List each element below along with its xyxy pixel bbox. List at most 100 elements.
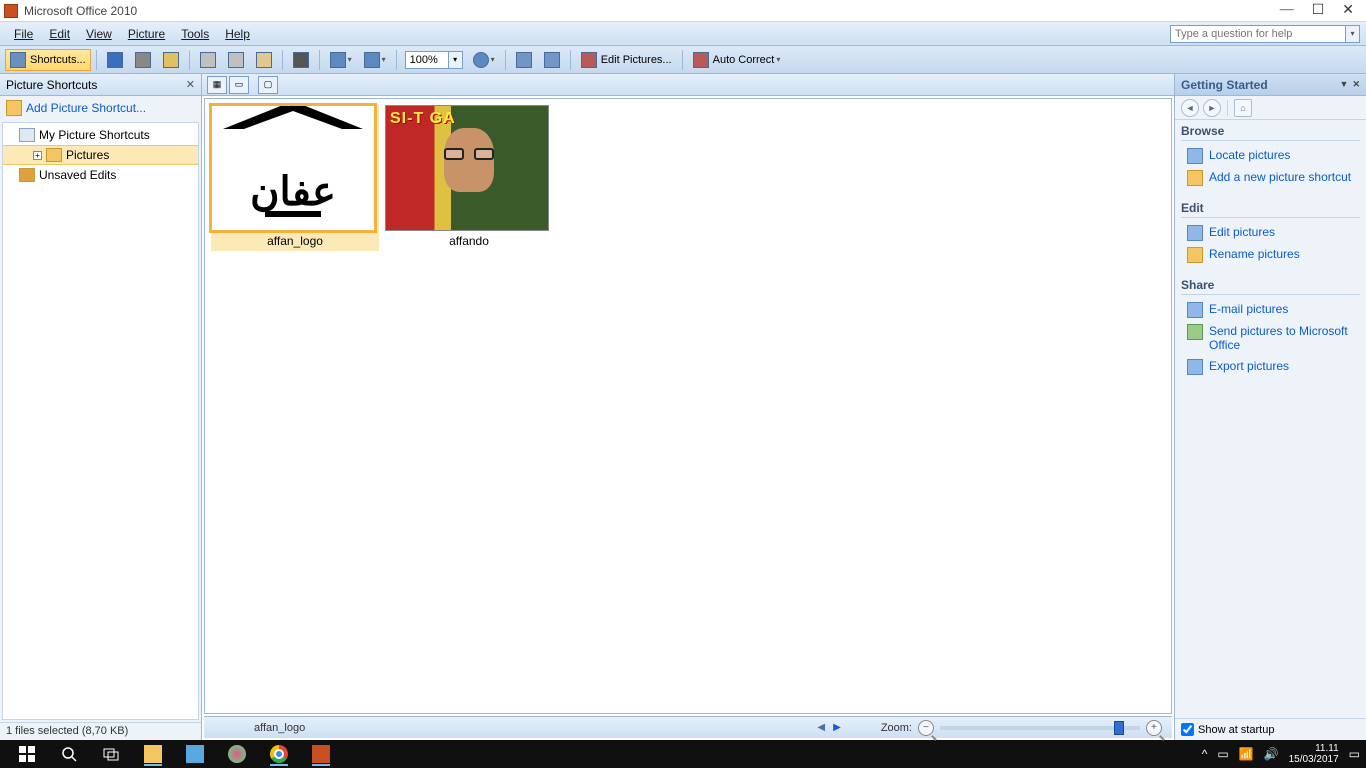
- taskpane-footer: Show at startup: [1175, 718, 1366, 740]
- rotate-left-button[interactable]: [511, 49, 537, 71]
- menu-view[interactable]: View: [78, 25, 120, 43]
- tray-chevron-icon[interactable]: ^: [1202, 747, 1208, 761]
- zoom-out-button[interactable]: −: [918, 720, 934, 736]
- edit-pictures-link[interactable]: Edit pictures: [1181, 222, 1360, 244]
- thumbnail-affan-logo[interactable]: عفان affan_logo: [211, 105, 379, 251]
- tree-label: Unsaved Edits: [39, 168, 116, 182]
- getting-started-pane: Getting Started ▼ ✕ ◄ ► ⌂ Browse Locate …: [1174, 74, 1366, 740]
- sidebar-close-button[interactable]: ✕: [186, 78, 195, 91]
- zoom-slider-handle[interactable]: [1114, 721, 1124, 735]
- menu-edit[interactable]: Edit: [41, 25, 78, 43]
- shortcut-icon: [19, 128, 35, 142]
- menu-file[interactable]: File: [6, 25, 41, 43]
- window-controls: — ☐ ✕: [1280, 2, 1362, 19]
- show-at-startup-label: Show at startup: [1198, 724, 1274, 736]
- thumbnail-view-button[interactable]: ▦: [207, 76, 227, 94]
- expand-icon[interactable]: +: [33, 151, 42, 160]
- tree-root[interactable]: My Picture Shortcuts: [3, 125, 198, 145]
- email-pictures-link[interactable]: E-mail pictures: [1181, 299, 1360, 321]
- undo-button[interactable]: [325, 49, 357, 71]
- help-search: ▾: [1170, 25, 1360, 43]
- zoom-slider[interactable]: [940, 726, 1140, 730]
- zoom-label: Zoom:: [881, 722, 912, 734]
- maximize-button[interactable]: ☐: [1312, 2, 1325, 19]
- view-toolbar: ▦ ▭ ▢: [202, 74, 1174, 96]
- start-button[interactable]: [10, 742, 44, 766]
- rename-pictures-link[interactable]: Rename pictures: [1181, 244, 1360, 266]
- thumbnail-image: SI-T GA: [385, 105, 549, 231]
- taskbar-chrome-button[interactable]: [262, 742, 296, 766]
- tray-battery-icon[interactable]: ▭: [1217, 747, 1228, 761]
- next-button[interactable]: ▶: [833, 722, 841, 733]
- office-icon: [1187, 324, 1203, 340]
- add-shortcut-link[interactable]: Add Picture Shortcut...: [26, 101, 146, 115]
- save-button[interactable]: [102, 49, 128, 71]
- auto-correct-button[interactable]: Auto Correct: [688, 49, 786, 71]
- home-button[interactable]: ⌂: [1234, 99, 1252, 117]
- mail-button[interactable]: [158, 49, 184, 71]
- taskbar-picture-manager-button[interactable]: [304, 742, 338, 766]
- shortcuts-button[interactable]: Shortcuts...: [5, 49, 91, 71]
- menu-tools[interactable]: Tools: [173, 25, 217, 43]
- help-search-dropdown[interactable]: ▾: [1346, 25, 1360, 43]
- single-view-button[interactable]: ▢: [258, 76, 278, 94]
- add-shortcut-link[interactable]: Add a new picture shortcut: [1181, 167, 1360, 189]
- thumbnail-image: عفان: [211, 105, 375, 231]
- task-view-button[interactable]: [94, 742, 128, 766]
- locate-pictures-link[interactable]: Locate pictures: [1181, 145, 1360, 167]
- show-at-startup-checkbox[interactable]: [1181, 723, 1194, 736]
- delete-button[interactable]: [288, 49, 314, 71]
- system-tray: ^ ▭ 📶 🔊 11.11 15/03/2017 ▭: [1202, 743, 1360, 765]
- edit-pictures-button[interactable]: Edit Pictures...: [576, 49, 677, 71]
- filmstrip-view-button[interactable]: ▭: [229, 76, 249, 94]
- print-button[interactable]: [130, 49, 156, 71]
- mail-icon: [1187, 302, 1203, 318]
- taskbar-paint-button[interactable]: [220, 742, 254, 766]
- taskbar-notepad-button[interactable]: [178, 742, 212, 766]
- add-shortcut-row[interactable]: Add Picture Shortcut...: [0, 96, 201, 120]
- taskbar-explorer-button[interactable]: [136, 742, 170, 766]
- copy-button[interactable]: [223, 49, 249, 71]
- tree-pictures[interactable]: + Pictures: [3, 145, 198, 165]
- rotate-right-button[interactable]: [539, 49, 565, 71]
- prev-button[interactable]: ◀: [817, 722, 825, 733]
- help-search-input[interactable]: [1170, 25, 1346, 43]
- tray-wifi-icon[interactable]: 📶: [1239, 747, 1254, 761]
- menu-help[interactable]: Help: [217, 25, 258, 43]
- menu-picture[interactable]: Picture: [120, 25, 173, 43]
- export-pictures-link[interactable]: Export pictures: [1181, 356, 1360, 378]
- app-icon: [4, 4, 18, 18]
- taskpane-close-button[interactable]: ✕: [1352, 79, 1360, 90]
- thumbnail-affando[interactable]: SI-T GA affando: [385, 105, 553, 251]
- tray-clock[interactable]: 11.11 15/03/2017: [1289, 743, 1339, 765]
- zoom-in-button[interactable]: +: [1146, 720, 1162, 736]
- close-button[interactable]: ✕: [1342, 2, 1354, 19]
- logo-roof-icon: [223, 113, 343, 163]
- forward-button[interactable]: ►: [1203, 99, 1221, 117]
- tray-notifications-icon[interactable]: ▭: [1349, 747, 1360, 761]
- tray-date: 15/03/2017: [1289, 754, 1339, 765]
- zoom-dropdown[interactable]: ▾: [449, 51, 463, 69]
- minimize-button[interactable]: —: [1280, 2, 1294, 19]
- sidebar-header: Picture Shortcuts ✕: [0, 74, 201, 96]
- edit-icon: [1187, 225, 1203, 241]
- windows-taskbar: ^ ▭ 📶 🔊 11.11 15/03/2017 ▭: [0, 740, 1366, 768]
- edit-section: Edit Edit pictures Rename pictures: [1175, 197, 1366, 274]
- help-button[interactable]: [468, 49, 500, 71]
- tray-volume-icon[interactable]: 🔊: [1264, 747, 1279, 761]
- paste-button[interactable]: [251, 49, 277, 71]
- zoom-input[interactable]: [405, 51, 449, 69]
- back-button[interactable]: ◄: [1181, 99, 1199, 117]
- send-to-office-link[interactable]: Send pictures to Microsoft Office: [1181, 321, 1360, 356]
- picture-shortcuts-pane: Picture Shortcuts ✕ Add Picture Shortcut…: [0, 74, 202, 740]
- search-button[interactable]: [52, 742, 86, 766]
- share-section: Share E-mail pictures Send pictures to M…: [1175, 274, 1366, 386]
- sidebar-status: 1 files selected (8,70 KB): [0, 722, 201, 740]
- thumbnail-label: affan_logo: [211, 231, 379, 251]
- cut-button[interactable]: [195, 49, 221, 71]
- photo-face: [444, 128, 494, 192]
- taskpane-menu-button[interactable]: ▼: [1340, 79, 1349, 90]
- tree-unsaved[interactable]: Unsaved Edits: [3, 165, 198, 185]
- toolbar-separator: [570, 50, 571, 70]
- redo-button[interactable]: [359, 49, 391, 71]
